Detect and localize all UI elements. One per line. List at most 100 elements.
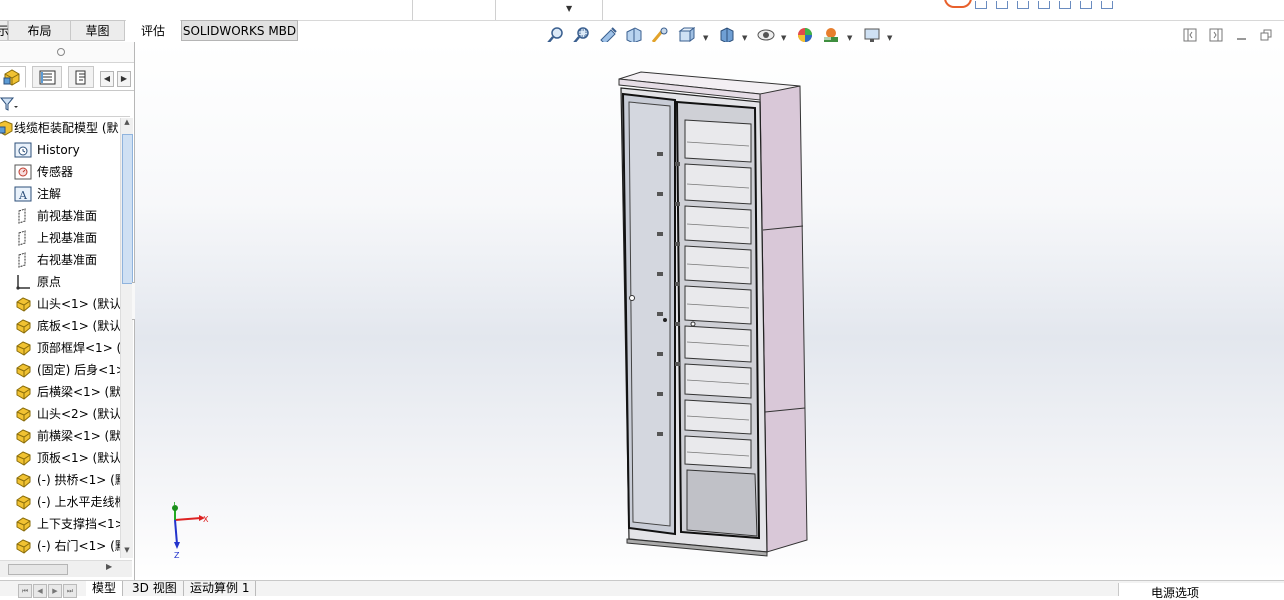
- filter-icon[interactable]: [0, 96, 18, 112]
- scroll-down-arrow-icon[interactable]: ▼: [122, 546, 132, 558]
- tab-scroll-left-button[interactable]: ◀: [100, 71, 114, 87]
- z-axis-label: Z: [174, 551, 180, 560]
- tree-item-annotations[interactable]: A 注解: [0, 184, 120, 204]
- property-manager-icon: [39, 70, 56, 85]
- status-text: 电源选项: [1151, 586, 1200, 600]
- tree-item-right-plane[interactable]: 右视基准面: [0, 250, 120, 270]
- tab-scroll-right-button[interactable]: ▶: [117, 71, 131, 87]
- toolbar-separator: [412, 0, 413, 20]
- coordinate-triad: X Y Z: [171, 502, 209, 560]
- tree-item-origin[interactable]: 原点: [0, 272, 120, 292]
- last-tab-icon[interactable]: ⏭: [63, 584, 77, 598]
- horizontal-scroll-thumb[interactable]: [8, 564, 68, 575]
- tree-item-sensors[interactable]: 传感器: [0, 162, 120, 182]
- feature-manager-panel: ◀ ▶ 线缆柜装配模型 (默 History 传感器 A 注解 前视基准面 上视…: [0, 42, 135, 580]
- toolbar-separator: [602, 0, 603, 20]
- part-icon: [16, 341, 31, 356]
- tree-item-label: 山头<2> (默认: [37, 407, 120, 421]
- scroll-up-arrow-icon[interactable]: ▲: [122, 118, 132, 130]
- tree-item-part[interactable]: 底板<1> (默认: [0, 316, 120, 336]
- part-icon: [16, 495, 31, 510]
- x-axis-label: X: [203, 515, 209, 524]
- tab-navigation-arrows[interactable]: ⏮ ◀ ▶ ⏭: [18, 582, 82, 598]
- dropdown-arrow-icon[interactable]: ▼: [847, 34, 852, 42]
- tree-item-part[interactable]: (-) 上水平走线槽: [0, 492, 120, 512]
- tab-motion-study[interactable]: 运动算例 1: [184, 581, 257, 596]
- tree-item-label: 原点: [37, 275, 62, 289]
- property-manager-tab[interactable]: [32, 66, 62, 88]
- dropdown-arrow-icon[interactable]: ▼: [781, 34, 786, 42]
- tree-item-part[interactable]: (-) 右门<1> (默: [0, 536, 120, 556]
- first-tab-icon[interactable]: ⏮: [18, 584, 32, 598]
- history-icon: [14, 142, 32, 158]
- tree-item-label: 上视基准面: [37, 231, 98, 245]
- tree-item-label: (-) 上水平走线槽: [37, 495, 120, 509]
- part-icon: [16, 539, 31, 554]
- tree-vertical-scrollbar[interactable]: ▲ ▼: [120, 118, 133, 558]
- bottom-tab-bar: ⏮ ◀ ▶ ⏭ 模型 3D 视图 运动算例 1 电源选项: [0, 580, 1284, 600]
- annotation-icon: A: [14, 186, 32, 202]
- tree-item-part[interactable]: (固定) 后身<1>: [0, 360, 120, 380]
- graphics-area[interactable]: X Y Z: [135, 42, 1284, 580]
- tree-item-part[interactable]: 顶板<1> (默认: [0, 448, 120, 468]
- scroll-thumb[interactable]: [122, 134, 133, 284]
- dropdown-arrow-icon[interactable]: ▼: [887, 34, 892, 42]
- part-icon: [16, 407, 31, 422]
- scroll-right-arrow-icon[interactable]: ▶: [106, 562, 112, 571]
- tab-partial[interactable]: 示: [0, 20, 9, 41]
- tile-left-icon[interactable]: [1183, 28, 1197, 42]
- dropdown-arrow-icon[interactable]: ▼: [742, 34, 747, 42]
- tree-item-top-plane[interactable]: 上视基准面: [0, 228, 120, 248]
- configuration-manager-tab[interactable]: [68, 66, 94, 88]
- plane-icon: [18, 252, 26, 268]
- tree-item-front-plane[interactable]: 前视基准面: [0, 206, 120, 226]
- cabinet-model-3d[interactable]: [135, 42, 1284, 580]
- tree-item-label: 传感器: [37, 165, 74, 179]
- tree-item-label: 上下支撑挡<1>: [37, 517, 120, 531]
- tree-item-history[interactable]: History: [0, 140, 120, 160]
- tab-3d-view[interactable]: 3D 视图: [126, 581, 184, 596]
- feature-manager-tab[interactable]: [0, 66, 26, 88]
- part-icon: [16, 473, 31, 488]
- tile-right-icon[interactable]: [1209, 28, 1223, 42]
- tab-sketch[interactable]: 草图: [70, 20, 125, 41]
- tree-item-label: 底板<1> (默认: [37, 319, 120, 333]
- dropdown-arrow-icon[interactable]: ▼: [566, 4, 572, 13]
- tree-item-label: (-) 右门<1> (默: [37, 539, 120, 553]
- tab-evaluate[interactable]: 评估: [126, 20, 180, 41]
- part-icon: [16, 385, 31, 400]
- plane-icon: [18, 230, 26, 246]
- quick-access-icons[interactable]: [975, 0, 1145, 9]
- tree-item-label: 山头<1> (默认: [37, 297, 120, 311]
- tree-item-part[interactable]: 山头<1> (默认: [0, 294, 120, 314]
- next-tab-icon[interactable]: ▶: [48, 584, 62, 598]
- tree-item-part[interactable]: 前横梁<1> (默: [0, 426, 120, 446]
- dropdown-arrow-icon[interactable]: ▼: [703, 34, 708, 42]
- feature-tree: 线缆柜装配模型 (默 History 传感器 A 注解 前视基准面 上视基准面 …: [0, 118, 120, 558]
- manager-tabs: ◀ ▶: [0, 64, 134, 91]
- tree-item-part[interactable]: 后横梁<1> (默: [0, 382, 120, 402]
- status-box[interactable]: 电源选项: [1118, 583, 1284, 600]
- tab-solidworks-mbd[interactable]: SOLIDWORKS MBD: [181, 20, 298, 41]
- tree-item-part[interactable]: 山头<2> (默认: [0, 404, 120, 424]
- tree-item-label: 右视基准面: [37, 253, 98, 267]
- tab-layout[interactable]: 布局: [8, 20, 71, 41]
- tree-item-part[interactable]: 上下支撑挡<1>: [0, 514, 120, 534]
- y-axis-label: Y: [171, 502, 177, 507]
- minimize-icon[interactable]: [1235, 28, 1249, 42]
- tree-item-part[interactable]: (-) 拱桥<1> (默: [0, 470, 120, 490]
- top-strip: ▼: [0, 0, 1284, 21]
- tab-model[interactable]: 模型: [86, 581, 124, 596]
- panel-handle[interactable]: [0, 42, 134, 63]
- tree-item-label: 顶板<1> (默认: [37, 451, 120, 465]
- restore-icon[interactable]: [1259, 28, 1273, 42]
- tree-item-part[interactable]: 顶部框焊<1> (: [0, 338, 120, 358]
- tree-item-label: (-) 拱桥<1> (默: [37, 473, 120, 487]
- solidworks-logo-icon: [944, 0, 972, 8]
- tree-horizontal-scrollbar[interactable]: ▶: [0, 560, 132, 577]
- part-icon: [16, 297, 31, 312]
- toolbar-separator: [495, 0, 496, 20]
- configuration-manager-icon: [75, 70, 86, 85]
- prev-tab-icon[interactable]: ◀: [33, 584, 47, 598]
- tree-root-assembly[interactable]: 线缆柜装配模型 (默: [0, 118, 120, 138]
